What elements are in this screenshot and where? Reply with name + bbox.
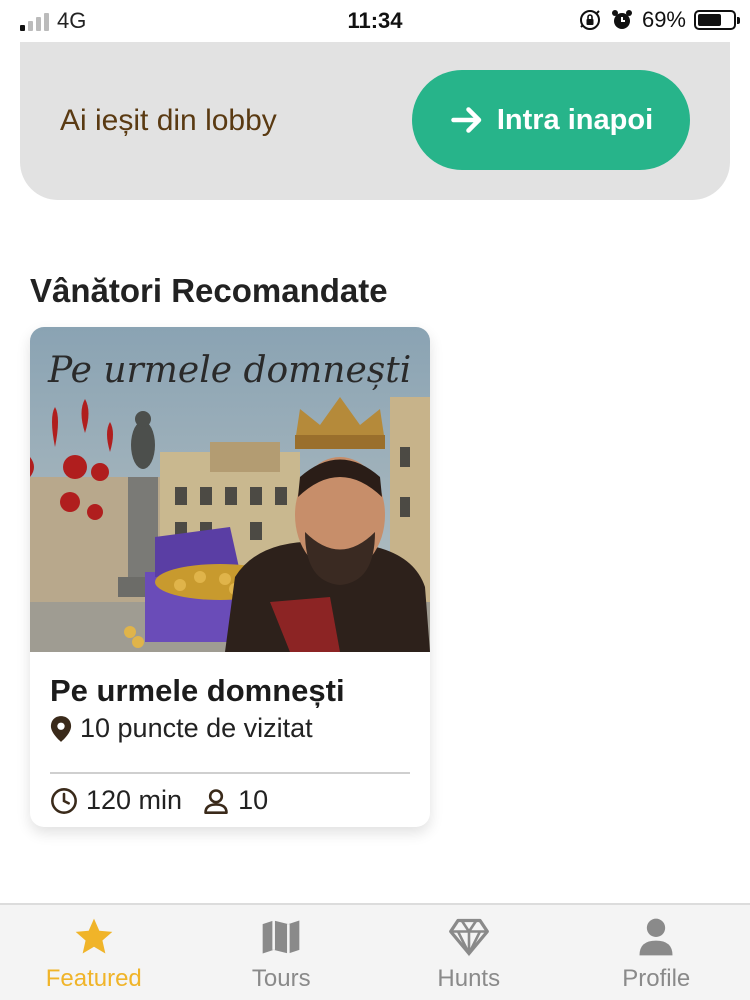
hunt-cover-image: Pe urmele domnești [30,327,430,652]
tab-featured[interactable]: Featured [0,905,188,1000]
person-icon [639,918,673,956]
orientation-lock-icon [579,10,600,30]
tab-hunts[interactable]: Hunts [375,905,563,1000]
duration-label: 120 min [86,785,183,815]
alarm-icon [611,10,632,29]
rejoin-label: Intra inapoi [496,103,654,136]
status-right: 69% [578,7,740,33]
tab-bar: Featured Tours Hunts Profile [0,903,750,1000]
tab-profile[interactable]: Profile [563,905,750,1000]
rejoin-button[interactable]: Intra inapoi [412,70,690,170]
tab-label-profile: Profile [622,965,691,992]
lobby-banner: Ai ieșit din lobby Intra inapoi [20,42,730,200]
star-icon [75,918,113,954]
players: 10 [202,785,268,816]
players-label: 10 [238,785,269,815]
hunt-points: 10 puncte de vizitat [50,713,313,744]
battery-icon [694,10,740,30]
location-pin-icon [50,715,72,742]
hunt-card[interactable]: Pe urmele domnești Pe urmele domnești 10… [30,327,430,827]
tab-label-featured: Featured [45,965,142,992]
section-title: Vânători Recomandate [30,272,388,309]
map-icon [262,920,300,954]
tab-label-hunts: Hunts [437,965,501,992]
card-divider [50,772,410,774]
tab-label-tours: Tours [251,965,311,992]
status-bar: 4G 11:34 69% [0,0,750,42]
arrow-right-icon [451,107,482,133]
tab-tours[interactable]: Tours [188,905,376,1000]
diamond-icon [448,918,489,957]
points-label: 10 puncte de vizitat [80,713,313,743]
clock-icon [51,787,77,814]
duration: 120 min [50,785,182,816]
user-icon [204,788,228,814]
lobby-message: Ai ieșit din lobby [60,104,277,137]
hunt-title: Pe urmele domnești [50,673,345,708]
hunt-meta: 120 min 10 [50,785,288,816]
svg-text:Pe urmele domnești: Pe urmele domnești [47,350,411,391]
battery-percent: 69% [641,7,686,32]
